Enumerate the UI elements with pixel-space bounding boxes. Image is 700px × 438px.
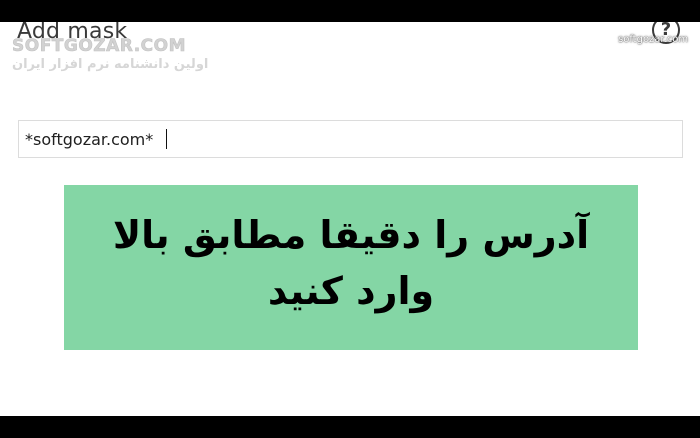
- text-caret: [166, 129, 167, 149]
- add-mask-dialog: Add mask ? SOFTGOZAR.COM اولین دانشنامه …: [0, 22, 700, 416]
- instruction-banner: آدرس را دقیقا مطابق بالا وارد کنید: [64, 185, 638, 350]
- watermark-tagline: اولین دانشنامه نرم افزار ایران: [12, 57, 209, 72]
- dialog-title: Add mask: [17, 22, 128, 44]
- mask-input[interactable]: [18, 120, 683, 158]
- watermark-corner: softgozar.com: [618, 34, 689, 45]
- instruction-text: آدرس را دقیقا مطابق بالا وارد کنید: [112, 213, 590, 313]
